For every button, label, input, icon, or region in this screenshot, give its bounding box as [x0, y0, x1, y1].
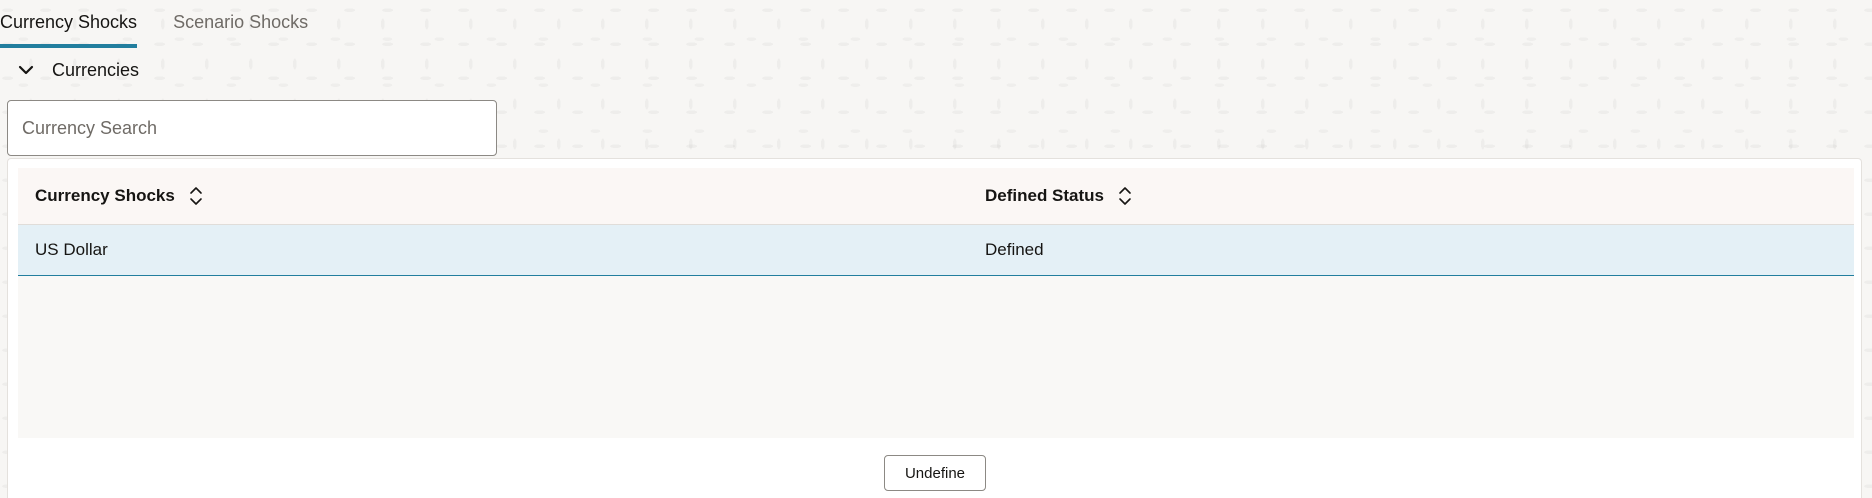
tab-scenario-shocks[interactable]: Scenario Shocks [173, 2, 308, 48]
search-field [7, 100, 497, 156]
currency-table-panel: Currency Shocks Defined Status US Dollar… [7, 158, 1862, 498]
currencies-section-toggle[interactable]: Currencies [16, 56, 139, 84]
column-header-label: Defined Status [985, 186, 1105, 205]
tab-bar: Currency Shocks Scenario Shocks [0, 0, 344, 48]
column-header-defined-status[interactable]: Defined Status [985, 168, 1132, 224]
undefine-button[interactable]: Undefine [884, 455, 986, 491]
table-header: Currency Shocks Defined Status [18, 168, 1854, 225]
column-header-label: Currency Shocks [35, 186, 175, 205]
tab-currency-shocks[interactable]: Currency Shocks [0, 2, 138, 48]
sort-icon [1118, 186, 1132, 206]
currency-table: Currency Shocks Defined Status US Dollar… [18, 168, 1854, 438]
cell-currency: US Dollar [35, 240, 108, 259]
cell-defined-status: Defined [985, 240, 1044, 259]
sort-icon [189, 186, 203, 206]
currency-search-input[interactable] [8, 101, 496, 155]
table-row[interactable]: US Dollar Defined [18, 225, 1854, 276]
column-header-currency-shocks[interactable]: Currency Shocks [35, 168, 203, 224]
chevron-down-icon [16, 60, 36, 80]
section-title: Currencies [52, 59, 140, 80]
